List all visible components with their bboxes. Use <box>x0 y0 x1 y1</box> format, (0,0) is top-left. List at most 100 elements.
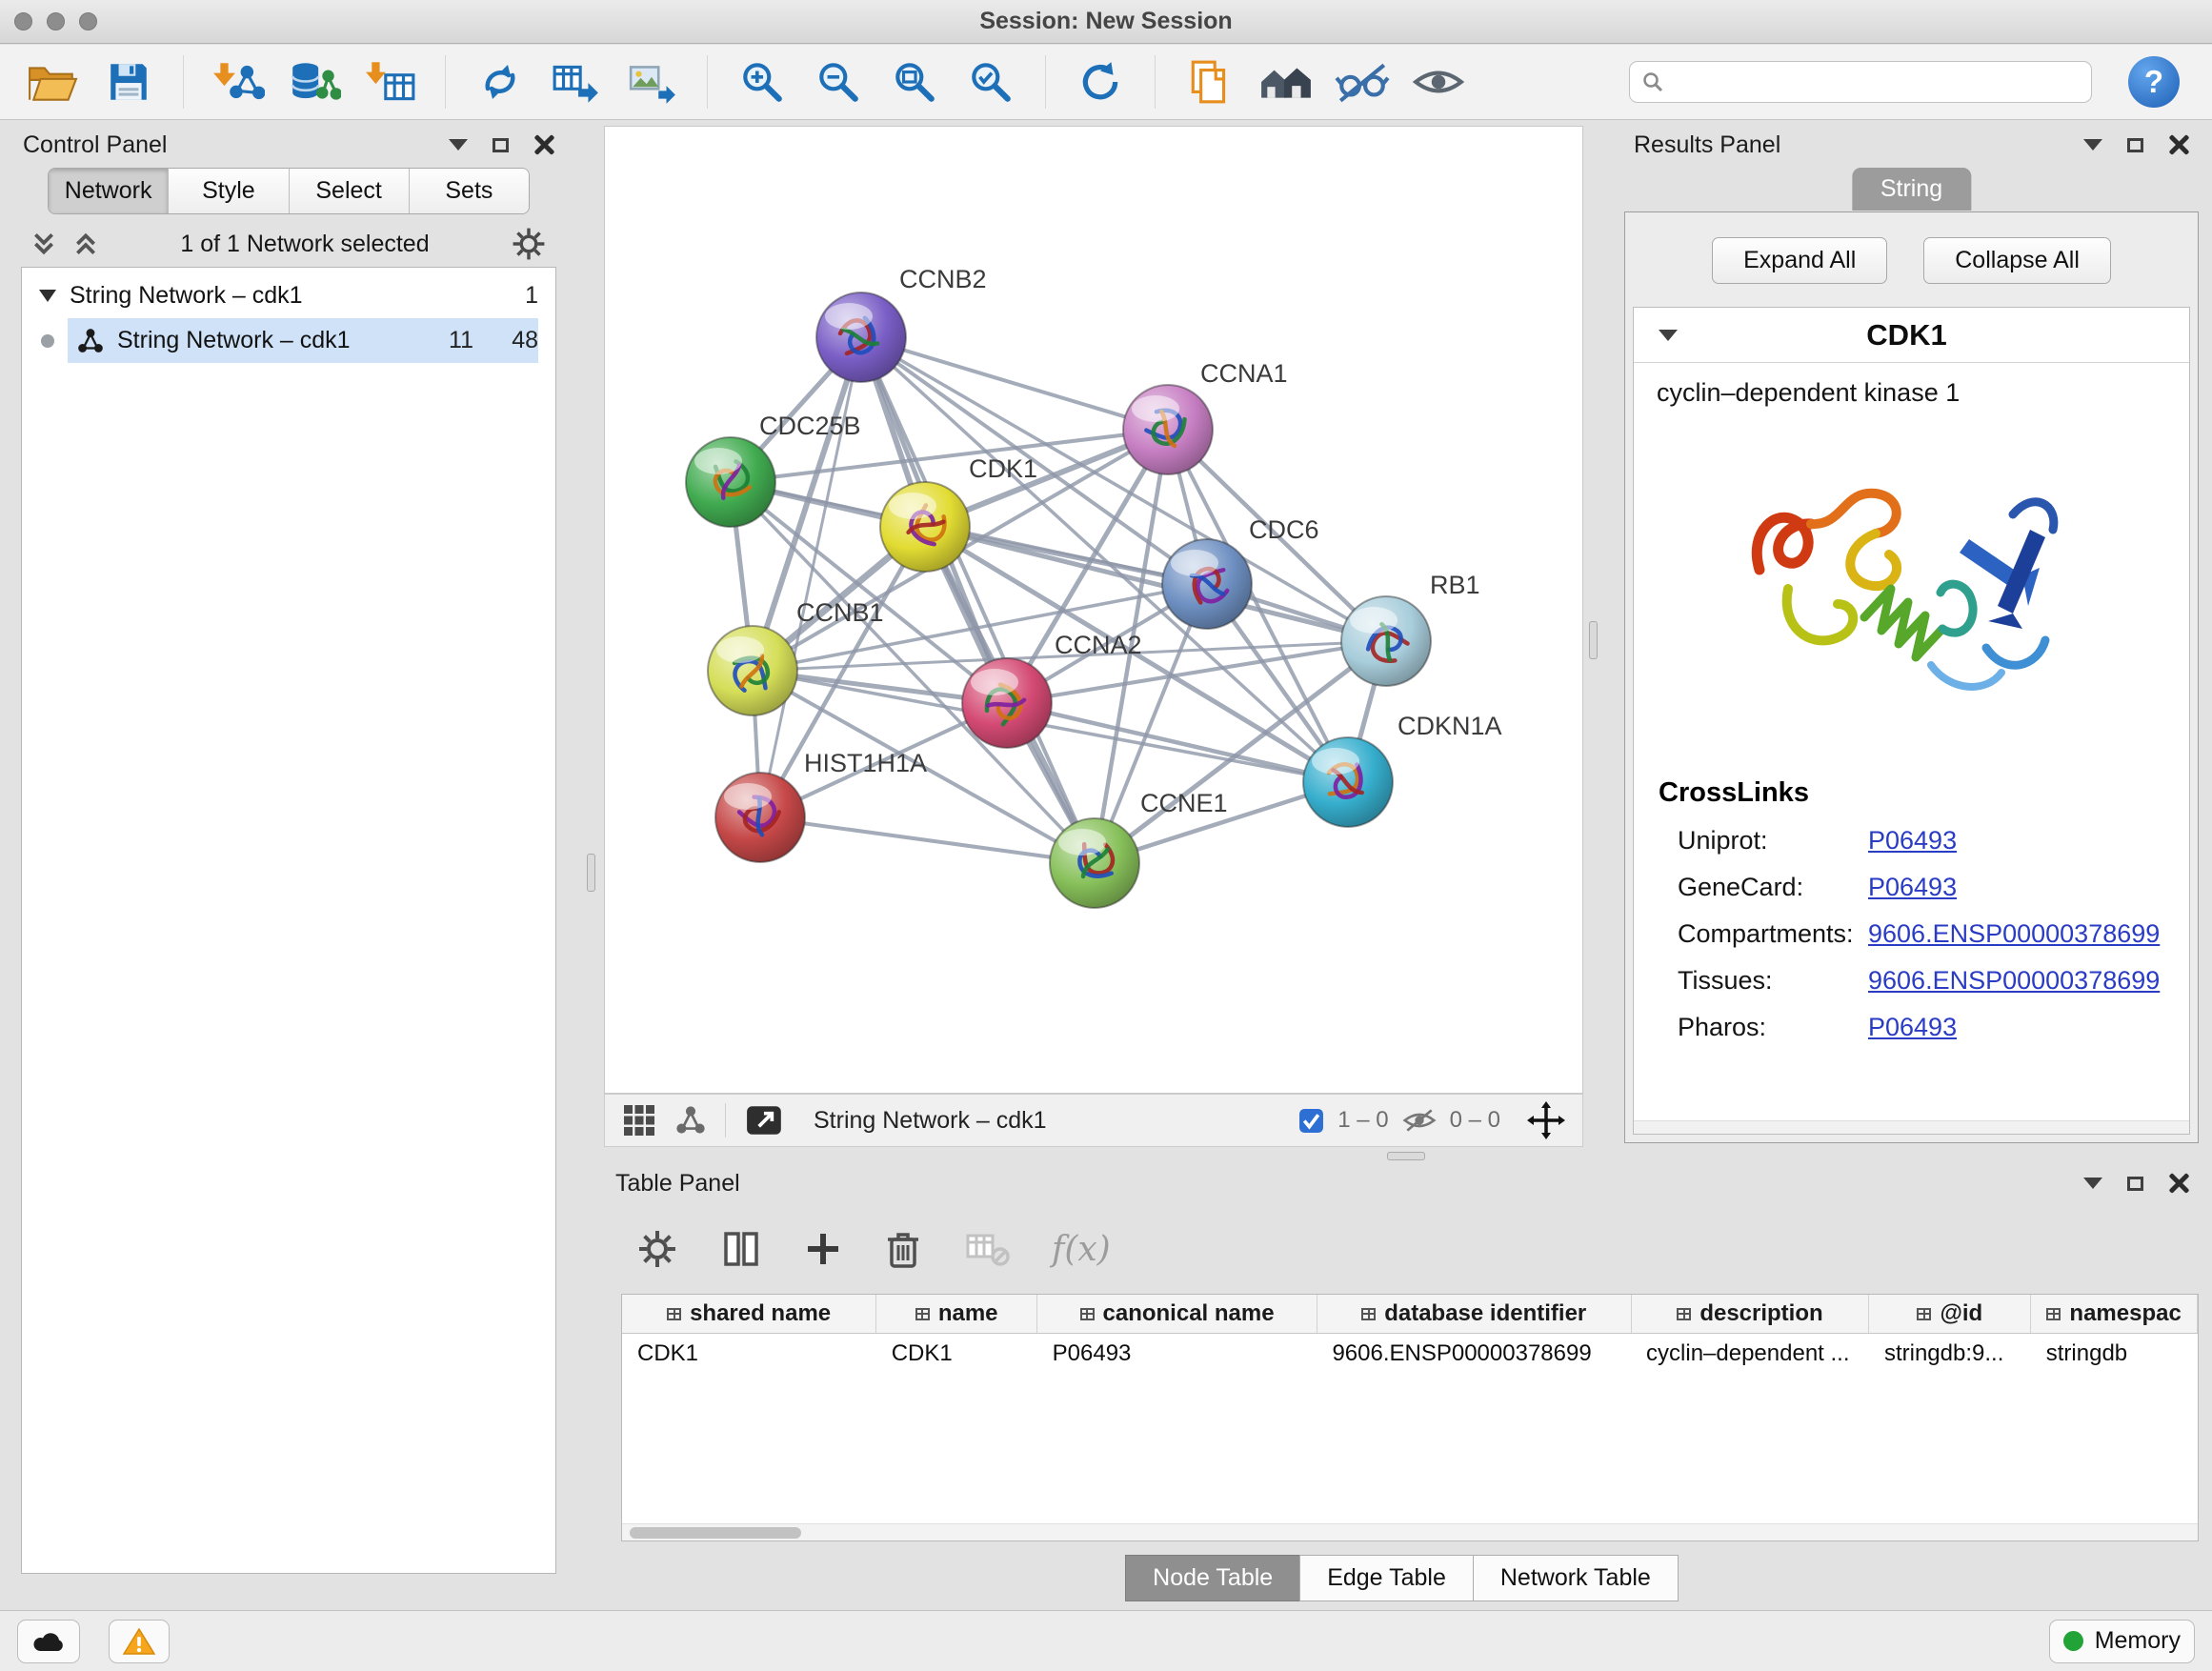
copy-document-button[interactable] <box>1182 53 1237 111</box>
network-view-canvas[interactable]: CCNB2CCNA1CDC25BCDK1CDC6RB1CCNB1CCNA2CDK… <box>604 126 1583 1094</box>
collapse-panel-icon[interactable] <box>2083 139 2102 151</box>
network-table-icon <box>551 59 602 105</box>
scrollbar-thumb[interactable] <box>630 1527 801 1539</box>
open-external-icon[interactable] <box>745 1102 785 1138</box>
close-panel-icon[interactable] <box>2168 1173 2189 1194</box>
tab-node-table[interactable]: Node Table <box>1125 1555 1300 1601</box>
tab-edge-table[interactable]: Edge Table <box>1299 1555 1474 1601</box>
pan-crosshair-icon[interactable] <box>1527 1101 1565 1139</box>
zoom-in-button[interactable] <box>734 53 790 111</box>
crosslink-link[interactable]: 9606.ENSP00000378699 <box>1868 919 2160 949</box>
column-header[interactable]: shared name <box>622 1295 876 1333</box>
hidden-eye-slash-icon[interactable] <box>1402 1107 1437 1134</box>
add-column-icon[interactable] <box>804 1230 842 1268</box>
table-row[interactable]: CDK1CDK1P064939606.ENSP00000378699cyclin… <box>622 1333 2198 1375</box>
column-header[interactable]: namespac <box>2031 1295 2198 1333</box>
tree-expand-icon[interactable] <box>39 290 56 302</box>
network-edge[interactable] <box>861 337 1168 430</box>
collapse-panel-icon[interactable] <box>449 139 468 151</box>
warnings-button[interactable] <box>109 1620 170 1663</box>
collapse-all-icon[interactable] <box>72 231 99 257</box>
column-header[interactable]: database identifier <box>1317 1295 1631 1333</box>
crosslink-link[interactable]: 9606.ENSP00000378699 <box>1868 966 2160 996</box>
tab-network[interactable]: Network <box>49 169 169 213</box>
expand-all-button[interactable]: Expand All <box>1712 237 1887 284</box>
column-icon <box>1361 1308 1376 1320</box>
network-node[interactable]: CCNB1 <box>708 598 884 715</box>
open-session-button[interactable] <box>25 53 80 111</box>
toggle-enhanced-labels-button[interactable] <box>1335 53 1390 111</box>
help-button[interactable]: ? <box>2128 56 2180 108</box>
crosslink-link[interactable]: P06493 <box>1868 826 1957 856</box>
splitter-handle[interactable] <box>1589 621 1598 659</box>
network-node[interactable]: CCNA1 <box>1123 359 1288 474</box>
network-row[interactable]: String Network – cdk1 11 48 <box>22 318 555 363</box>
import-table-file-button[interactable] <box>363 53 418 111</box>
import-network-database-button[interactable] <box>287 53 342 111</box>
column-header[interactable]: @id <box>1869 1295 2031 1333</box>
network-share-icon <box>77 328 104 354</box>
search-input[interactable] <box>1674 69 2080 95</box>
results-scrollbar[interactable] <box>1634 1120 2189 1134</box>
splitter-handle[interactable] <box>1387 1152 1425 1160</box>
eye-icon <box>1412 62 1465 102</box>
close-panel-icon[interactable] <box>533 134 554 155</box>
network-edge[interactable] <box>760 817 1095 863</box>
apply-layout-button[interactable] <box>1073 53 1128 111</box>
column-header[interactable]: canonical name <box>1037 1295 1317 1333</box>
network-row-selected[interactable]: String Network – cdk1 11 48 <box>68 318 538 363</box>
new-table-button[interactable] <box>549 53 604 111</box>
zoom-selected-button[interactable] <box>963 53 1018 111</box>
new-network-from-selection-button[interactable] <box>473 53 528 111</box>
expand-all-icon[interactable] <box>30 231 57 257</box>
string-home-button[interactable] <box>1258 53 1314 111</box>
crosslink-label: Tissues: <box>1678 966 1868 996</box>
select-columns-icon[interactable] <box>720 1228 762 1270</box>
show-hide-button[interactable] <box>1411 53 1466 111</box>
network-node[interactable]: CDKN1A <box>1303 712 1502 827</box>
cloud-status-button[interactable] <box>17 1620 80 1663</box>
network-collection-row[interactable]: String Network – cdk1 1 <box>22 273 555 318</box>
tab-style[interactable]: Style <box>169 169 289 213</box>
tab-sets[interactable]: Sets <box>410 169 529 213</box>
grid-view-icon[interactable] <box>622 1103 656 1137</box>
protein-structure-image <box>1731 427 2093 751</box>
column-header[interactable]: description <box>1631 1295 1869 1333</box>
tab-network-table[interactable]: Network Table <box>1473 1555 1679 1601</box>
close-panel-icon[interactable] <box>2168 134 2189 155</box>
network-node[interactable]: HIST1H1A <box>715 749 927 862</box>
gear-icon[interactable] <box>511 226 547 262</box>
selected-checkbox-icon[interactable] <box>1298 1108 1324 1134</box>
delete-column-icon[interactable] <box>884 1228 922 1270</box>
gene-header[interactable]: CDK1 <box>1634 308 2189 363</box>
network-edge[interactable] <box>861 337 1095 863</box>
table-horizontal-scrollbar[interactable] <box>622 1523 2198 1540</box>
network-edge[interactable] <box>1007 703 1348 782</box>
crosslink-link[interactable]: P06493 <box>1868 1013 1957 1042</box>
network-canvas-svg[interactable]: CCNB2CCNA1CDC25BCDK1CDC6RB1CCNB1CCNA2CDK… <box>605 127 1582 1093</box>
tab-select[interactable]: Select <box>290 169 410 213</box>
memory-button[interactable]: Memory <box>2049 1620 2195 1663</box>
zoom-out-button[interactable] <box>811 53 866 111</box>
column-header[interactable]: name <box>876 1295 1037 1333</box>
string-results-tab[interactable]: String <box>1852 168 1971 211</box>
search-box[interactable] <box>1629 61 2092 103</box>
node-label: CCNA1 <box>1200 359 1288 388</box>
table-gear-icon[interactable] <box>636 1228 678 1270</box>
float-panel-icon[interactable] <box>493 138 509 152</box>
float-panel-icon[interactable] <box>2127 1177 2143 1191</box>
save-session-button[interactable] <box>101 53 156 111</box>
import-network-file-button[interactable] <box>211 53 266 111</box>
network-edge[interactable] <box>760 337 861 817</box>
zoom-fit-button[interactable] <box>887 53 942 111</box>
gene-collapse-icon[interactable] <box>1659 330 1678 341</box>
export-image-button[interactable] <box>625 53 680 111</box>
float-panel-icon[interactable] <box>2127 138 2143 152</box>
collapse-all-button[interactable]: Collapse All <box>1923 237 2111 284</box>
collapse-panel-icon[interactable] <box>2083 1178 2102 1189</box>
network-node[interactable]: RB1 <box>1341 571 1480 686</box>
splitter-handle[interactable] <box>587 854 595 892</box>
table-tabs: Node Table Edge Table Network Table <box>604 1555 2201 1601</box>
network-share-small-icon[interactable] <box>675 1105 706 1136</box>
crosslink-link[interactable]: P06493 <box>1868 873 1957 902</box>
